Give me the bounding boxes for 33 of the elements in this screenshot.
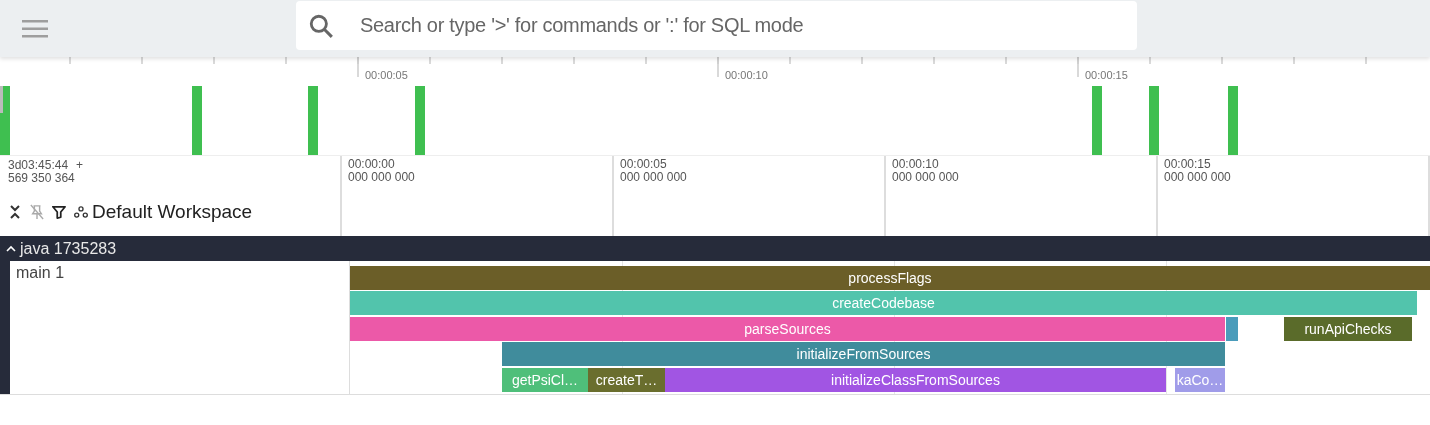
time-tick-ns: 000 000 000 xyxy=(892,171,960,184)
collapse-icon[interactable] xyxy=(8,204,22,220)
time-offset-ns: 569 350 364 xyxy=(8,172,76,185)
slice[interactable]: kaCo… xyxy=(1175,367,1225,392)
thread-name: main 1 xyxy=(16,264,65,281)
overview-tick-label: 00:00:05 xyxy=(365,69,408,81)
search-icon xyxy=(308,12,334,39)
slice[interactable]: initializeClassFromSources xyxy=(665,367,1166,392)
process-title: java 1735283 xyxy=(20,239,117,258)
filter-icon[interactable] xyxy=(52,204,66,220)
slice[interactable]: runApiChecks xyxy=(1284,316,1412,341)
workspace-name[interactable]: Default Workspace xyxy=(92,201,253,223)
search-bar[interactable]: Search or type '>' for commands or ':' for SQL mode xyxy=(296,1,1137,50)
time-tick-ns: 000 000 000 xyxy=(1164,171,1232,184)
time-tick-ns: 000 000 000 xyxy=(620,171,688,184)
time-tick-label: 00:00:15 xyxy=(1164,158,1212,171)
time-tick-ns: 000 000 000 xyxy=(348,171,416,184)
slice[interactable]: processFlags xyxy=(350,266,1430,290)
slice[interactable]: parseSources xyxy=(350,316,1225,341)
search-field[interactable]: Search or type '>' for commands or ':' for SQL mode xyxy=(358,13,1137,38)
slice[interactable]: createT… xyxy=(588,367,665,392)
slice[interactable] xyxy=(1226,316,1238,341)
time-tick-label: 00:00:00 xyxy=(348,158,396,171)
time-tick-label: 00:00:10 xyxy=(892,158,940,171)
slice[interactable]: getPsiCl… xyxy=(502,367,588,392)
overview-tick-label: 00:00:10 xyxy=(725,69,768,81)
time-tick-label: 00:00:05 xyxy=(620,158,668,171)
process-header[interactable]: java 1735283 xyxy=(0,236,1430,261)
plus-sign: + xyxy=(76,159,84,172)
overview-tick-label: 00:00:15 xyxy=(1085,69,1128,81)
workspace-icon[interactable] xyxy=(74,204,88,220)
slice[interactable]: initializeFromSources xyxy=(502,342,1225,367)
time-offset: 3d03:45:44 xyxy=(8,159,69,172)
